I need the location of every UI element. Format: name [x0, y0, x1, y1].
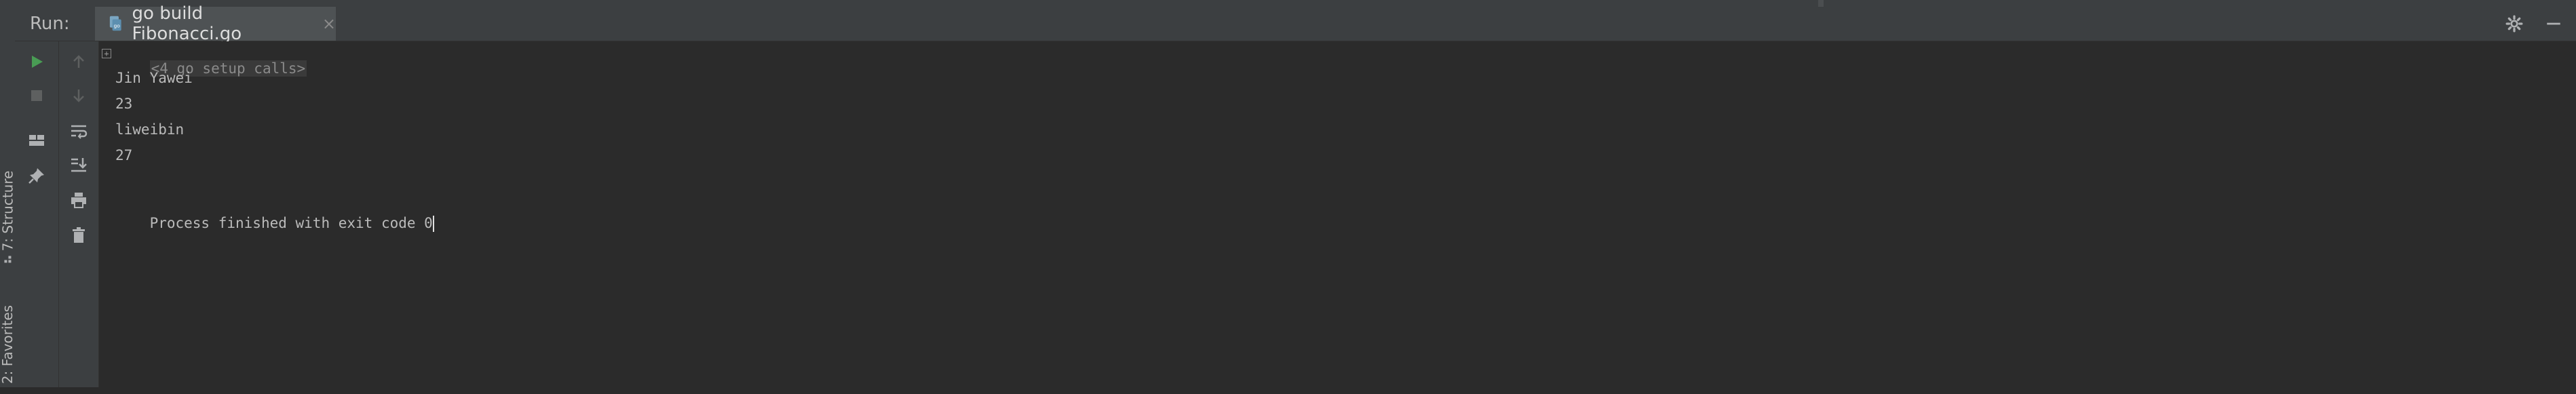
- run-toolbar-primary: [15, 41, 59, 387]
- rerun-button[interactable]: [24, 50, 49, 74]
- text-cursor: [432, 216, 434, 232]
- expand-fold-icon[interactable]: +: [102, 49, 111, 58]
- run-panel-header: Run: go go build Fibonacci.go ×: [15, 3, 2576, 44]
- play-icon: [32, 56, 43, 68]
- structure-tab-label: 7: Structure: [0, 170, 16, 252]
- console-output[interactable]: + <4 go setup calls> Jin Yawei 23 liweib…: [99, 41, 2576, 387]
- soft-wrap-icon: [71, 125, 88, 139]
- scroll-to-end-icon: [71, 158, 87, 172]
- pin-tab-button[interactable]: [24, 163, 49, 188]
- arrow-down-icon: [73, 90, 84, 102]
- trash-icon: [73, 227, 85, 243]
- fold-marker: +: [104, 49, 109, 58]
- soft-wrap-button[interactable]: [66, 119, 91, 143]
- console-line-4: 27: [115, 147, 133, 163]
- console-line-2: 23: [115, 96, 133, 112]
- run-label: Run:: [30, 14, 70, 34]
- close-tab-icon[interactable]: ×: [322, 14, 336, 33]
- top-scroll-thumb[interactable]: [1818, 0, 1824, 7]
- run-tab-go-build[interactable]: go go build Fibonacci.go ×: [95, 3, 336, 44]
- printer-icon: [71, 193, 86, 208]
- previous-occurrence-button[interactable]: [66, 50, 91, 74]
- process-finished-text: Process finished with exit code 0: [149, 215, 433, 231]
- structure-icon: [4, 256, 12, 263]
- gear-icon[interactable]: [2505, 15, 2523, 33]
- layout-icon: [29, 135, 44, 146]
- favorites-tool-tab[interactable]: 2: Favorites: [0, 295, 16, 394]
- clear-all-button[interactable]: [66, 223, 91, 248]
- left-tool-strip: 7: Structure 2: Favorites: [0, 7, 16, 387]
- console-line-3: liweibin: [115, 121, 185, 138]
- print-button[interactable]: [66, 188, 91, 212]
- svg-text:go: go: [113, 23, 120, 29]
- scroll-to-end-button[interactable]: [66, 153, 91, 177]
- structure-tool-tab[interactable]: 7: Structure: [0, 159, 16, 275]
- go-file-icon: go: [109, 16, 121, 31]
- console-line-process: Process finished with exit code 0: [115, 199, 434, 248]
- run-tab-label: go build Fibonacci.go: [132, 3, 242, 44]
- pin-icon: [28, 168, 44, 184]
- header-actions: [2505, 7, 2562, 41]
- restore-layout-button[interactable]: [24, 128, 49, 153]
- minimize-icon[interactable]: [2545, 15, 2562, 33]
- stop-button[interactable]: [24, 83, 49, 108]
- console-line-1: Jin Yawei: [115, 70, 193, 86]
- run-toolbar-secondary: [59, 41, 99, 387]
- stop-icon: [31, 90, 42, 101]
- arrow-up-icon: [73, 55, 84, 68]
- next-occurrence-button[interactable]: [66, 83, 91, 108]
- favorites-tab-label: 2: Favorites: [0, 304, 16, 385]
